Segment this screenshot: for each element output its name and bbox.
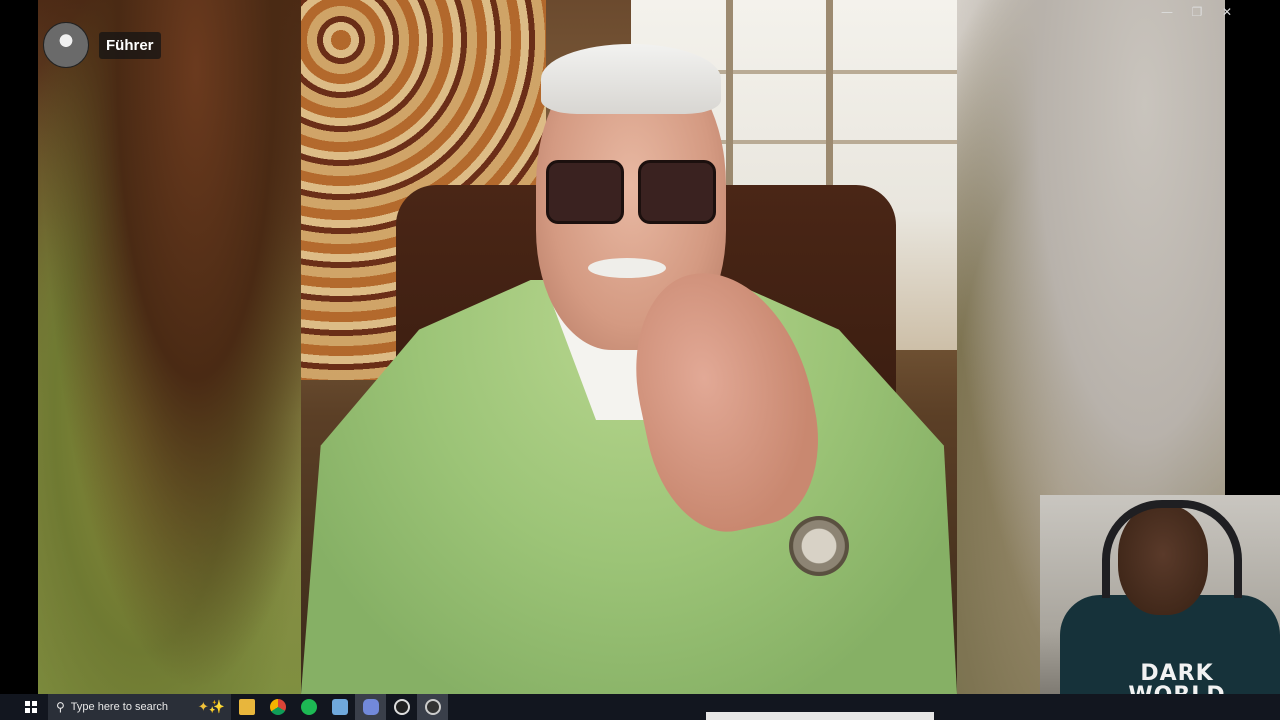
wristwatch [789, 516, 849, 576]
right-lens [638, 160, 716, 224]
caller-avatar[interactable] [43, 22, 89, 68]
blurred-background-left [38, 0, 301, 694]
start-button[interactable] [19, 694, 43, 720]
shirt-text-line1: DARK [1140, 661, 1214, 686]
notepad-icon[interactable] [324, 694, 355, 720]
headset-icon [1102, 500, 1242, 598]
main-video-feed [301, 0, 957, 694]
restore-button[interactable]: ❐ [1182, 2, 1212, 22]
taskbar-search-box[interactable]: ⚲ Type here to search ✦✨ [48, 694, 231, 720]
chrome-icon[interactable] [262, 694, 293, 720]
notification-bar [706, 712, 934, 720]
mustache [588, 258, 666, 278]
taskbar: ⚲ Type here to search ✦✨ [0, 694, 1280, 720]
sparkle-icon: ✦✨ [197, 699, 225, 715]
discord-icon[interactable] [355, 694, 386, 720]
search-icon: ⚲ [56, 700, 65, 714]
spotify-icon[interactable] [293, 694, 324, 720]
caller-info: Führer [43, 22, 161, 68]
close-button[interactable]: ✕ [1212, 2, 1242, 22]
webcam-overlay: DARK WORLD [1040, 495, 1280, 720]
left-lens [546, 160, 624, 224]
minimize-button[interactable]: — [1152, 2, 1182, 22]
file-explorer-icon[interactable] [231, 694, 262, 720]
obs-icon[interactable] [386, 694, 417, 720]
windows-logo-icon [25, 701, 37, 713]
search-placeholder: Type here to search [70, 701, 169, 713]
caller-name: Führer [99, 31, 161, 59]
hair [541, 44, 721, 114]
media-player-icon[interactable] [417, 694, 448, 720]
window-controls: — ❐ ✕ [1152, 2, 1242, 22]
sunglasses [546, 160, 716, 224]
